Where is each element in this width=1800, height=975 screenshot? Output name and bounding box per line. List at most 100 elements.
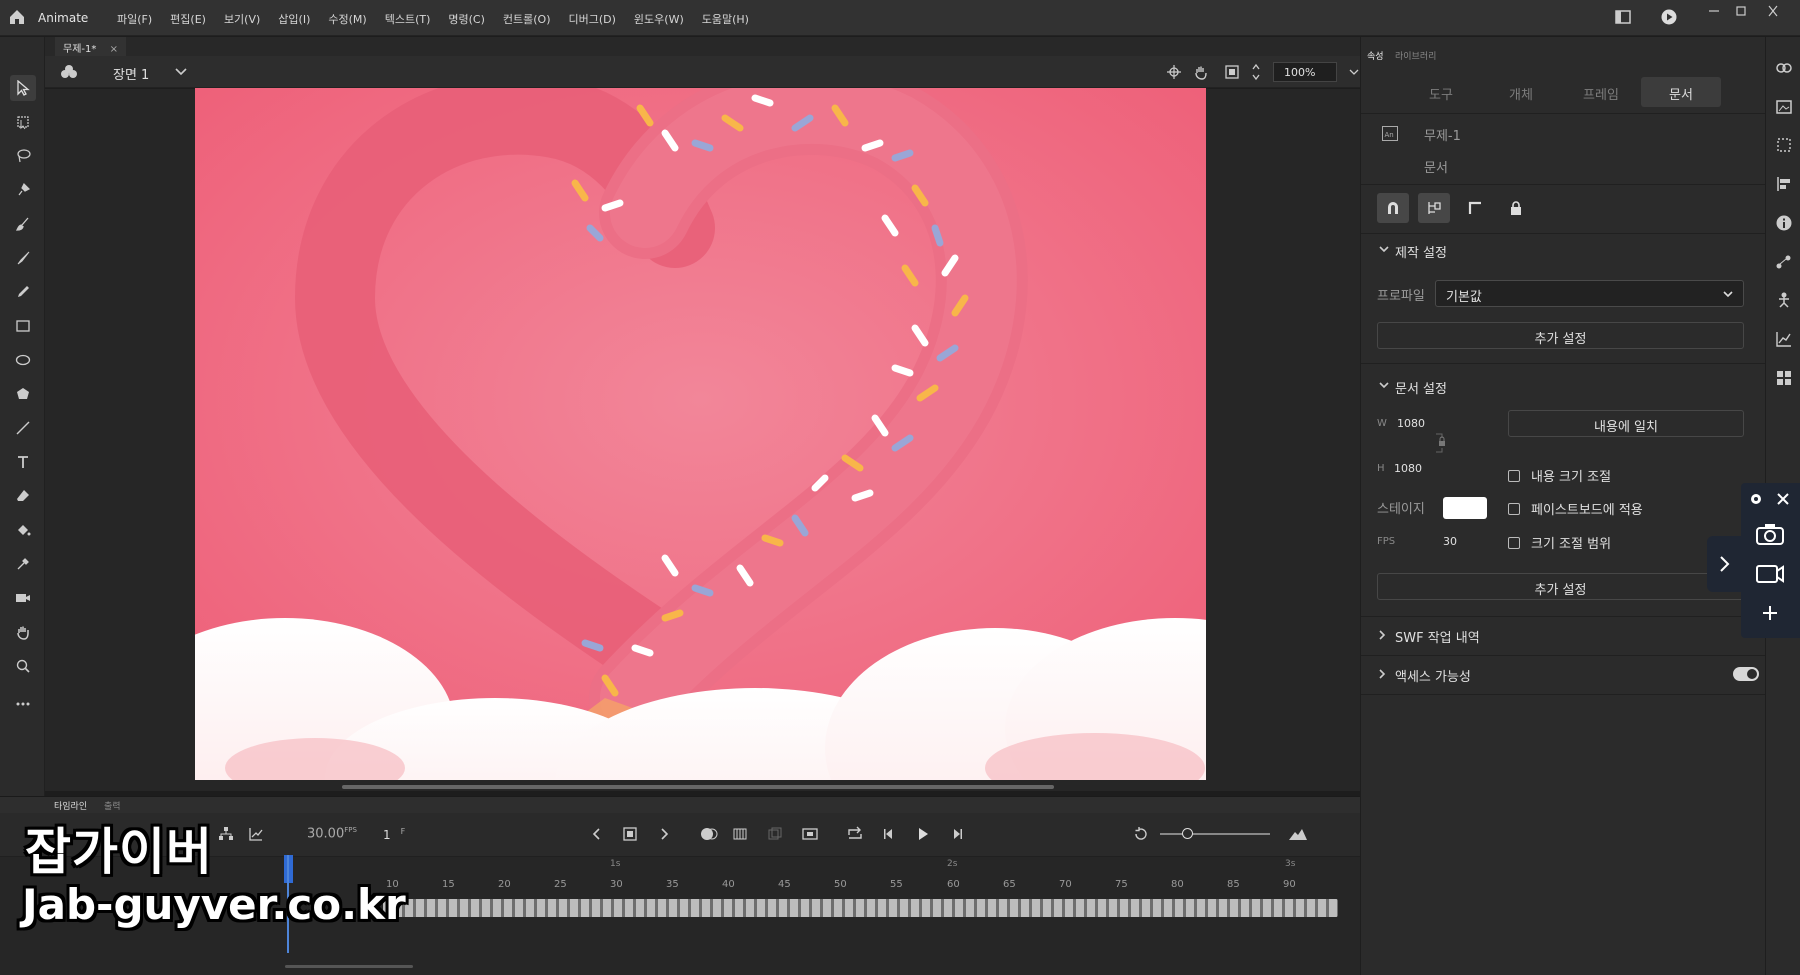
- reset-zoom-icon[interactable]: [1133, 826, 1149, 842]
- edit-scene-icon[interactable]: [60, 64, 78, 80]
- pencil-tool[interactable]: [10, 279, 36, 305]
- publish-settings-title[interactable]: 제작 설정: [1395, 242, 1447, 261]
- timeline-scrollbar[interactable]: [285, 965, 413, 968]
- scene-name[interactable]: 장면 1: [113, 64, 149, 83]
- play-icon[interactable]: [916, 827, 930, 841]
- apply-pasteboard-checkbox[interactable]: [1508, 503, 1520, 515]
- chart-panel-icon[interactable]: [1775, 330, 1793, 348]
- cc-libraries-icon[interactable]: [1775, 59, 1793, 77]
- chevron-right-icon[interactable]: [1379, 630, 1387, 640]
- assets-icon[interactable]: [1775, 98, 1793, 116]
- paint-brush-tool[interactable]: [10, 211, 36, 237]
- edit-multiple-frames-icon[interactable]: [733, 827, 747, 841]
- fit-frames-icon[interactable]: [1288, 827, 1308, 841]
- camera-tool[interactable]: [10, 585, 36, 611]
- oval-tool[interactable]: [10, 347, 36, 373]
- frame-options-icon[interactable]: [768, 827, 782, 841]
- horizontal-scrollbar[interactable]: [342, 785, 1054, 789]
- snap-button[interactable]: [1377, 193, 1409, 223]
- transform-panel-icon[interactable]: [1775, 136, 1793, 154]
- eyedropper-tool[interactable]: [10, 551, 36, 577]
- menu-debug[interactable]: 디버그(D): [569, 11, 624, 27]
- menu-commands[interactable]: 명령(C): [448, 11, 493, 27]
- zoom-tool[interactable]: [10, 653, 36, 679]
- video-record-icon[interactable]: [1755, 562, 1785, 586]
- match-contents-button[interactable]: 내용에 일치: [1508, 410, 1744, 437]
- segment-document[interactable]: 문서: [1641, 77, 1721, 107]
- timeline-zoom-handle[interactable]: [1182, 828, 1193, 839]
- line-tool[interactable]: [10, 415, 36, 441]
- fps-display[interactable]: 30.00FPS: [307, 826, 357, 841]
- eraser-tool[interactable]: [10, 483, 36, 509]
- menu-edit[interactable]: 편집(E): [170, 11, 214, 27]
- fps-field[interactable]: 30: [1443, 535, 1457, 548]
- rectangle-tool[interactable]: [10, 313, 36, 339]
- menu-window[interactable]: 윈도우(W): [634, 11, 692, 27]
- minimize-icon[interactable]: [1703, 4, 1725, 18]
- profile-select[interactable]: 기본값: [1435, 280, 1744, 307]
- menu-insert[interactable]: 삽입(I): [278, 11, 318, 27]
- stage-canvas[interactable]: [195, 88, 1206, 780]
- zoom-field[interactable]: 100%: [1273, 62, 1337, 82]
- menu-help[interactable]: 도움말(H): [702, 11, 757, 27]
- accessibility-toggle[interactable]: [1733, 667, 1759, 681]
- tab-output[interactable]: 출력: [104, 799, 121, 812]
- tab-properties[interactable]: 속성: [1367, 49, 1384, 62]
- align-icon[interactable]: [1775, 175, 1793, 193]
- tree-button[interactable]: [1418, 193, 1450, 223]
- close-icon[interactable]: [1776, 492, 1790, 506]
- document-settings-title[interactable]: 문서 설정: [1395, 378, 1447, 397]
- segment-object[interactable]: 개체: [1481, 77, 1561, 107]
- link-dimensions-icon[interactable]: [1434, 433, 1448, 453]
- chevron-down-icon[interactable]: [1379, 382, 1389, 390]
- width-field[interactable]: 1080: [1397, 417, 1425, 430]
- capture-expand-tab[interactable]: [1707, 536, 1743, 592]
- stage-color-swatch[interactable]: [1443, 497, 1487, 519]
- polystar-tool[interactable]: [10, 381, 36, 407]
- rotate-stage-icon[interactable]: [1193, 64, 1209, 80]
- swf-history-title[interactable]: SWF 작업 내역: [1395, 627, 1480, 646]
- scale-content-checkbox[interactable]: [1508, 470, 1520, 482]
- lock-button[interactable]: [1500, 193, 1532, 223]
- plus-icon[interactable]: [1762, 605, 1778, 621]
- pen-tool[interactable]: [10, 177, 36, 203]
- paint-bucket-tool[interactable]: [10, 517, 36, 543]
- menu-modify[interactable]: 수정(M): [328, 11, 374, 27]
- menu-text[interactable]: 텍스트(T): [385, 11, 439, 27]
- chevron-down-icon[interactable]: [1379, 246, 1389, 254]
- more-tools[interactable]: [10, 691, 36, 717]
- chevron-down-icon[interactable]: [175, 68, 187, 76]
- settings-gear-icon[interactable]: [1749, 492, 1763, 506]
- timeline-zoom-slider[interactable]: [1160, 833, 1270, 835]
- selection-tool[interactable]: [10, 75, 36, 101]
- center-stage-icon[interactable]: [1167, 65, 1181, 79]
- previous-keyframe-icon[interactable]: [590, 827, 604, 841]
- test-movie-icon[interactable]: [1661, 9, 1677, 25]
- step-forward-icon[interactable]: [950, 827, 964, 841]
- brush-tool[interactable]: [10, 245, 36, 271]
- tab-timeline[interactable]: 타임라인: [54, 799, 87, 812]
- graph-icon[interactable]: [248, 826, 264, 842]
- tab-library[interactable]: 라이브러리: [1395, 49, 1436, 62]
- frame-ruler[interactable]: 1s 2s 3s 10 15 20 25 30 35 40 45 50 55 6…: [285, 857, 1340, 897]
- zoom-dropdown-icon[interactable]: [1349, 69, 1359, 76]
- document-tab[interactable]: 무제-1* ×: [55, 37, 126, 56]
- document-more-settings-button[interactable]: 추가 설정: [1377, 573, 1744, 600]
- height-field[interactable]: 1080: [1394, 462, 1422, 475]
- chevron-right-icon[interactable]: [1379, 669, 1387, 679]
- close-tab-icon[interactable]: ×: [110, 44, 118, 55]
- clip-content-icon[interactable]: [1225, 65, 1239, 79]
- frame-display[interactable]: 1F: [383, 827, 405, 842]
- layer-parenting-icon[interactable]: [218, 826, 234, 842]
- restore-icon[interactable]: [1730, 4, 1752, 18]
- motion-presets-icon[interactable]: [1775, 253, 1793, 271]
- zoom-stepper-icon[interactable]: [1251, 62, 1261, 82]
- close-window-icon[interactable]: [1762, 4, 1784, 18]
- lasso-tool[interactable]: [10, 143, 36, 169]
- home-icon[interactable]: [8, 8, 26, 26]
- segment-tool[interactable]: 도구: [1401, 77, 1481, 107]
- accessibility-title[interactable]: 액세스 가능성: [1395, 666, 1471, 685]
- insert-keyframe-icon[interactable]: [623, 827, 637, 841]
- segment-frame[interactable]: 프레임: [1561, 77, 1641, 107]
- hand-tool[interactable]: [10, 619, 36, 645]
